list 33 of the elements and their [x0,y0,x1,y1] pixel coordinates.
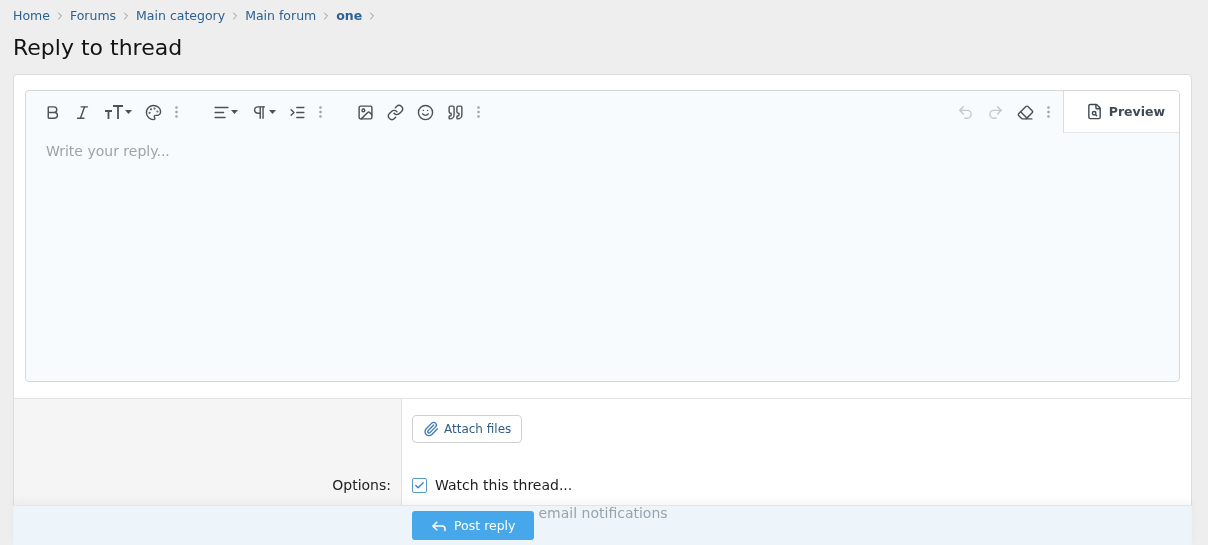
quote-button[interactable] [447,103,464,121]
breadcrumb-link[interactable]: Main forum [245,8,317,23]
file-search-icon [1085,103,1103,120]
breadcrumb-link[interactable]: Home [13,8,50,23]
paragraph-button[interactable] [251,103,276,121]
font-size-button[interactable] [104,104,132,120]
paperclip-icon [423,421,439,437]
caret-icon [125,110,132,114]
caret-icon [231,110,238,114]
preview-button[interactable]: Preview [1062,91,1179,133]
more-icon [175,106,178,118]
palette-button[interactable] [145,103,162,121]
attach-files-button[interactable]: Attach files [412,415,523,443]
checkbox[interactable] [412,477,427,493]
breadcrumb-link[interactable]: Main category [136,8,226,23]
check-icon [414,479,425,491]
page-title: Reply to thread [13,34,184,62]
link-button[interactable] [387,103,404,121]
reply-field[interactable]: Write your reply... [26,133,1179,381]
image-button[interactable] [357,103,374,121]
breadcrumb-link[interactable]: one [336,8,363,23]
more-icon [1046,106,1050,118]
more-icon [319,106,322,118]
breadcrumb-link[interactable]: Forums [69,8,117,23]
option-label: Watch this thread... [435,477,573,493]
more-icon [477,106,480,118]
italic-button[interactable] [74,103,91,121]
options-label: Options: [332,477,391,495]
editor-field[interactable]: Preview Write your reply... [25,90,1180,382]
caret-icon [269,110,276,114]
smiley-button[interactable] [417,103,434,121]
eraser-button[interactable] [1016,103,1034,121]
option-label: email notifications [538,506,668,520]
